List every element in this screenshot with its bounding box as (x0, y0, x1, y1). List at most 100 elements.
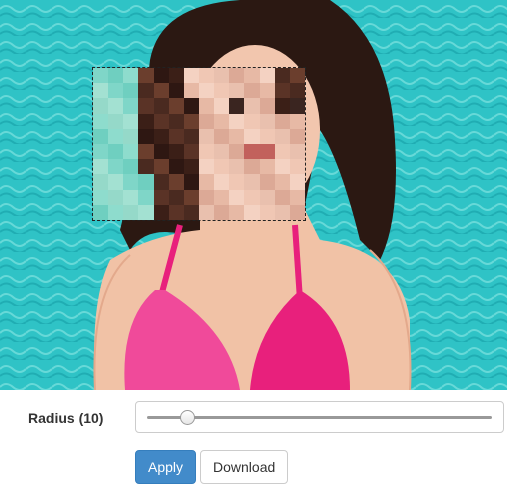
pixel-cell (138, 143, 154, 160)
pixel-cell (274, 68, 290, 84)
pixel-cell (289, 113, 305, 129)
slider-thumb[interactable] (179, 410, 195, 425)
pixel-cell (108, 68, 124, 84)
pixel-cell (289, 204, 305, 220)
pixel-cell (168, 159, 184, 175)
pixel-cell (289, 143, 305, 160)
pixel-cell (183, 128, 199, 144)
pixel-cell (289, 128, 305, 144)
pixel-cell (123, 143, 139, 160)
pixel-cell (244, 83, 260, 99)
pixel-cell (259, 83, 275, 99)
pixel-cell (183, 113, 199, 129)
pixel-cell (183, 83, 199, 99)
pixel-cell (108, 113, 124, 129)
slider-track[interactable] (147, 416, 492, 419)
pixel-cell (138, 189, 154, 205)
pixel-cell (229, 68, 245, 84)
pixel-cell (123, 68, 139, 84)
pixel-cell (183, 98, 199, 114)
pixel-cell (138, 128, 154, 144)
pixel-cell (214, 128, 230, 144)
pixel-cell (229, 98, 245, 114)
pixel-cell (229, 83, 245, 99)
pixel-cell (93, 204, 109, 220)
pixel-cell (123, 174, 139, 190)
pixel-cell (153, 189, 169, 205)
pixel-cell (168, 189, 184, 205)
pixel-cell (93, 159, 109, 175)
pixelate-selection-box[interactable] (92, 67, 306, 221)
pixel-cell (274, 98, 290, 114)
pixel-cell (123, 98, 139, 114)
pixel-cell (289, 98, 305, 114)
pixel-cell (123, 159, 139, 175)
pixel-cell (168, 143, 184, 160)
pixel-cell (259, 189, 275, 205)
pixel-cell (183, 174, 199, 190)
pixel-cell (244, 98, 260, 114)
pixel-cell (259, 159, 275, 175)
pixel-cell (153, 113, 169, 129)
pixel-cell (93, 98, 109, 114)
pixel-cell (274, 128, 290, 144)
pixel-cell (214, 189, 230, 205)
pixel-cell (153, 128, 169, 144)
pixel-cell (138, 113, 154, 129)
pixel-cell (123, 128, 139, 144)
pixel-cell (93, 189, 109, 205)
pixel-cell (289, 189, 305, 205)
pixel-cell (259, 174, 275, 190)
pixel-cell (289, 68, 305, 84)
pixel-cell (244, 189, 260, 205)
photo-canvas[interactable] (0, 0, 507, 390)
pixel-cell (183, 204, 199, 220)
pixel-cell (183, 143, 199, 160)
download-button[interactable]: Download (200, 450, 288, 484)
pixel-cell (108, 204, 124, 220)
controls-panel: Radius (10) Apply Download (0, 390, 507, 491)
pixel-cell (244, 204, 260, 220)
pixel-cell (229, 174, 245, 190)
pixel-cell (153, 159, 169, 175)
pixel-cell (244, 174, 260, 190)
pixel-cell (199, 159, 215, 175)
pixel-cell (138, 98, 154, 114)
pixel-cell (274, 189, 290, 205)
radius-row: Radius (10) (0, 401, 507, 435)
pixel-cell (93, 68, 109, 84)
pixel-cell (153, 143, 169, 160)
pixelate-editor: Radius (10) Apply Download (0, 0, 507, 491)
pixel-cell (168, 83, 184, 99)
pixel-cell (259, 68, 275, 84)
pixel-cell (214, 204, 230, 220)
pixel-cell (199, 204, 215, 220)
pixel-cell (244, 159, 260, 175)
pixel-cell (214, 174, 230, 190)
pixel-cell (123, 204, 139, 220)
apply-button[interactable]: Apply (135, 450, 196, 484)
pixelated-area (93, 68, 305, 220)
pixel-cell (244, 128, 260, 144)
pixel-cell (289, 159, 305, 175)
pixel-cell (259, 143, 275, 160)
pixel-cell (108, 83, 124, 99)
pixel-cell (183, 159, 199, 175)
pixel-cell (168, 113, 184, 129)
pixel-cell (214, 143, 230, 160)
pixel-cell (199, 174, 215, 190)
pixel-cell (93, 83, 109, 99)
pixel-cell (214, 113, 230, 129)
pixel-cell (138, 83, 154, 99)
pixel-cell (229, 159, 245, 175)
pixel-cell (93, 128, 109, 144)
pixel-cell (123, 83, 139, 99)
pixel-cell (229, 128, 245, 144)
pixel-cell (274, 113, 290, 129)
pixel-cell (168, 128, 184, 144)
pixel-cell (138, 159, 154, 175)
pixel-cell (138, 68, 154, 84)
pixel-cell (214, 98, 230, 114)
pixel-cell (108, 143, 124, 160)
radius-slider[interactable] (135, 401, 504, 433)
